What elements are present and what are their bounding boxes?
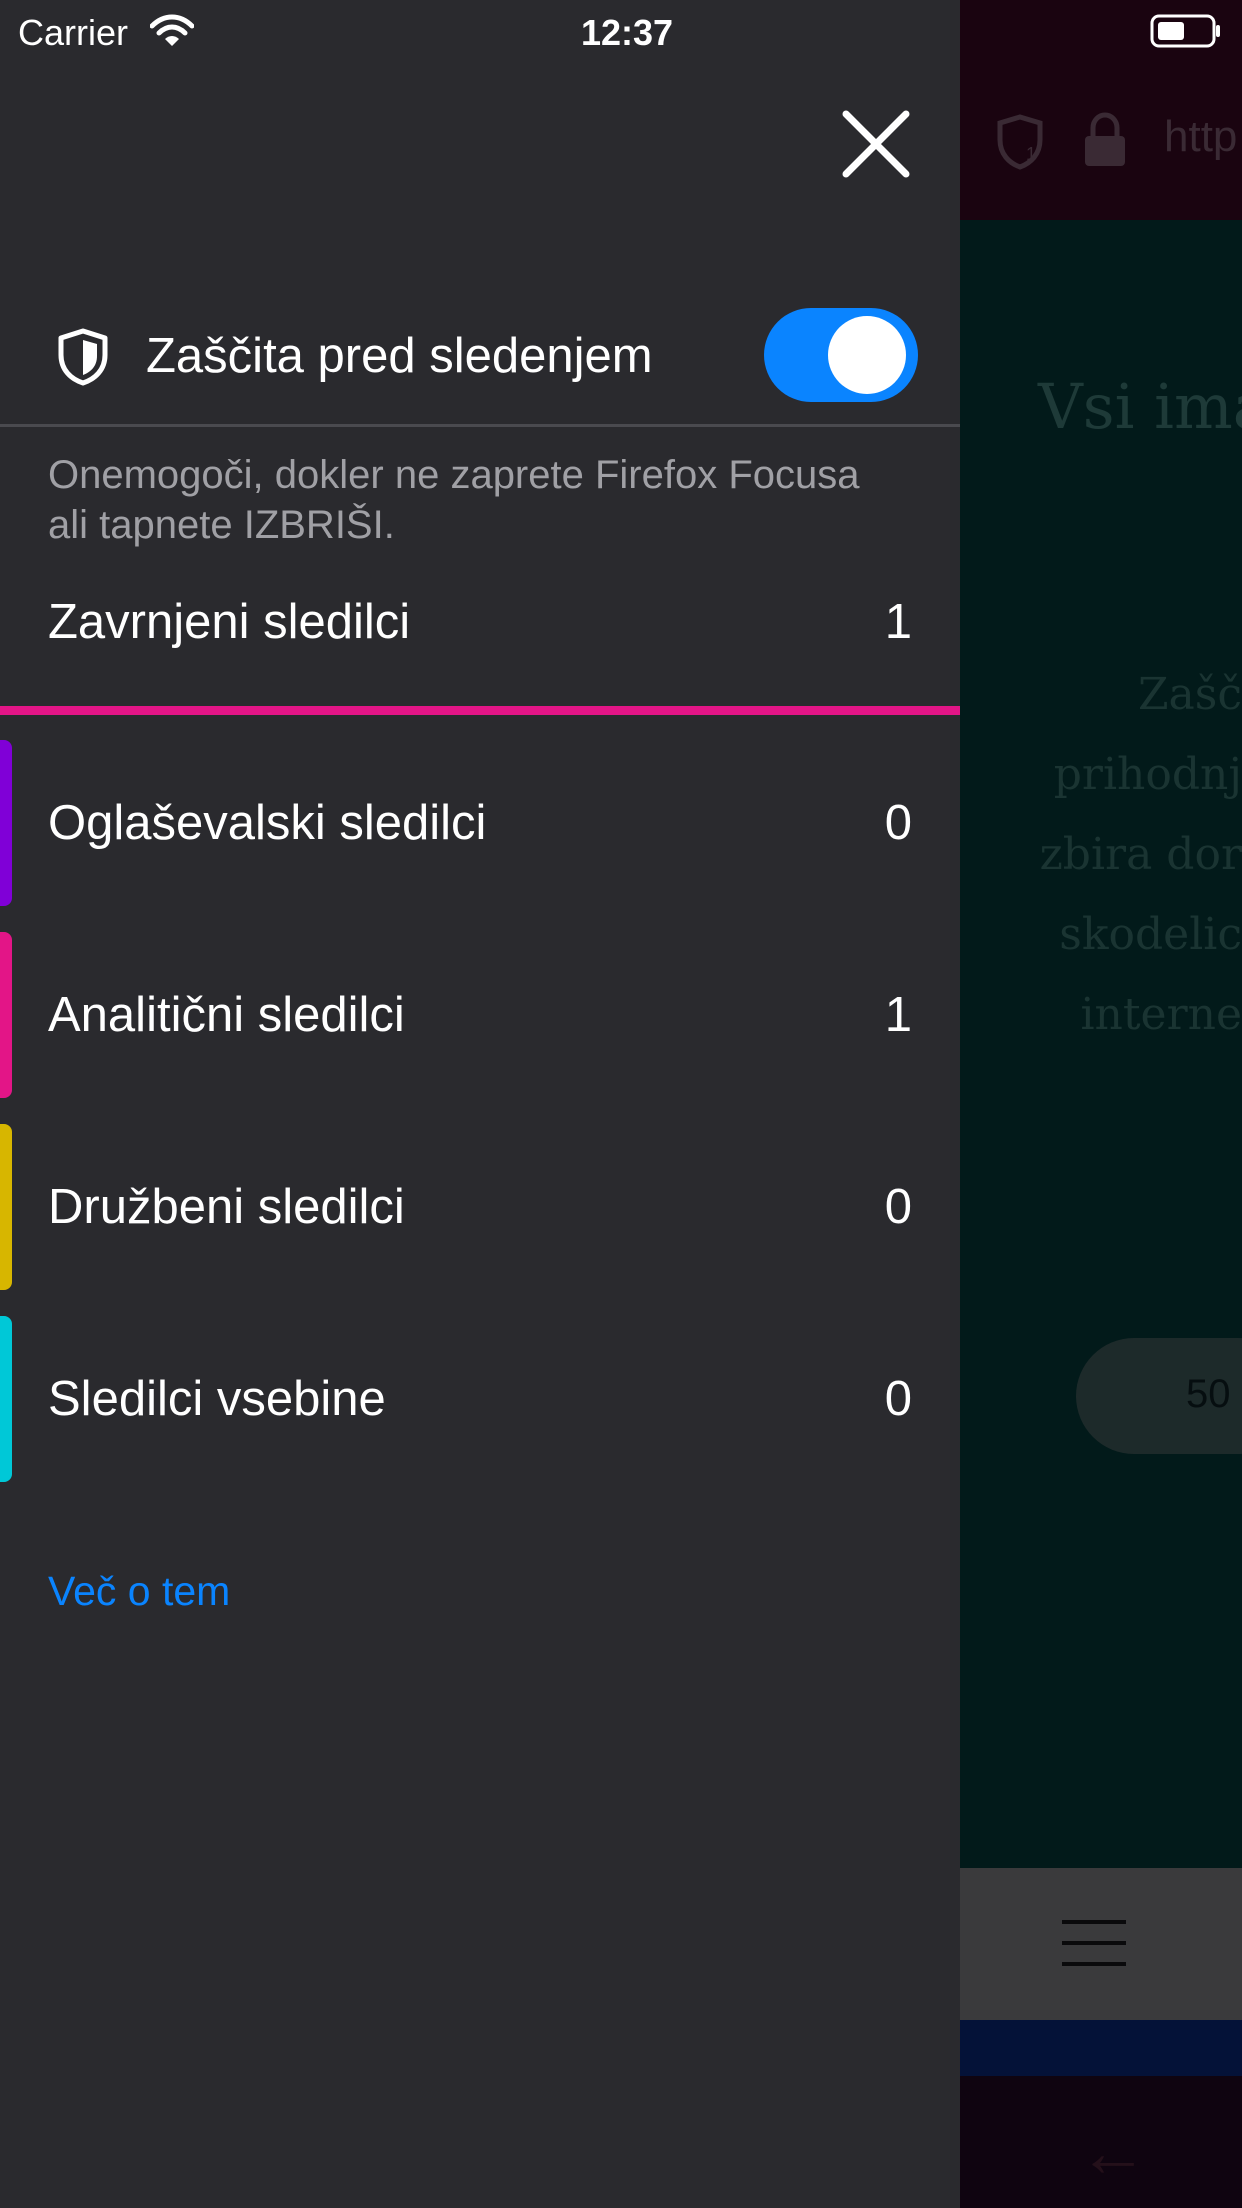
- toggle-knob: [828, 316, 906, 394]
- tracker-category-ad: Oglaševalski sledilci 0: [0, 740, 960, 906]
- background-paragraph-line: zbira dor: [1039, 829, 1242, 880]
- background-pill-text: 50: [1186, 1372, 1231, 1416]
- trackers-blocked-row: Zavrnjeni sledilci 1: [0, 588, 960, 662]
- battery-icon: [1150, 14, 1220, 48]
- category-color-bar: [0, 1316, 12, 1482]
- shield-icon: [58, 328, 108, 386]
- tracking-protection-panel: Zaščita pred sledenjem Onemogoči, dokler…: [0, 0, 960, 2208]
- category-label: Sledilci vsebine: [48, 1372, 386, 1426]
- category-label: Oglaševalski sledilci: [48, 796, 487, 850]
- background-paragraph-line: Zašč: [1137, 669, 1242, 720]
- tracking-protection-toggle[interactable]: [764, 308, 918, 402]
- background-paragraph-line: interne: [1080, 989, 1242, 1040]
- background-heading: Vsi ima: [1038, 370, 1242, 443]
- tracker-category-analytics: Analitični sledilci 1: [0, 932, 960, 1098]
- category-label: Analitični sledilci: [48, 988, 405, 1042]
- tracking-protection-row: Zaščita pred sledenjem: [0, 290, 960, 424]
- lock-icon: [1085, 112, 1125, 166]
- background-progress-bar: [960, 2020, 1242, 2076]
- background-page: 1 http Vsi ima Zašč prihodnj zbira dor s…: [960, 0, 1242, 2208]
- divider: [0, 424, 960, 427]
- tracker-category-content: Sledilci vsebine 0: [0, 1316, 960, 1482]
- tracker-badge: 1: [1026, 144, 1036, 164]
- tracker-summary-divider: [0, 706, 960, 715]
- category-count: 1: [884, 988, 912, 1042]
- category-color-bar: [0, 1124, 12, 1290]
- background-paragraph: Zašč prihodnj zbira dor skodelic interne: [960, 655, 1242, 1055]
- category-count: 0: [884, 796, 912, 850]
- menu-icon: [1062, 1920, 1126, 1966]
- background-url-text: http: [1164, 112, 1238, 161]
- category-color-bar: [0, 932, 12, 1098]
- category-count: 0: [884, 1372, 912, 1426]
- background-paragraph-line: prihodnj: [1053, 749, 1242, 800]
- learn-more-link[interactable]: Več o tem: [48, 1568, 230, 1615]
- tracking-protection-label: Zaščita pred sledenjem: [146, 329, 653, 383]
- back-arrow-icon: ←: [1078, 2113, 1148, 2191]
- trackers-blocked-label: Zavrnjeni sledilci: [48, 595, 411, 649]
- shield-icon: 1: [997, 114, 1043, 170]
- tracking-protection-description: Onemogoči, dokler ne zaprete Firefox Foc…: [48, 453, 860, 547]
- close-icon[interactable]: [838, 106, 914, 182]
- tracker-category-social: Družbeni sledilci 0: [0, 1124, 960, 1290]
- category-count: 0: [884, 1180, 912, 1234]
- background-pill: 50: [1076, 1338, 1242, 1454]
- category-color-bar: [0, 740, 12, 906]
- background-paragraph-line: skodelic: [1059, 909, 1242, 960]
- trackers-blocked-count: 1: [884, 595, 912, 649]
- status-time: 12:37: [580, 12, 674, 53]
- category-label: Družbeni sledilci: [48, 1180, 405, 1234]
